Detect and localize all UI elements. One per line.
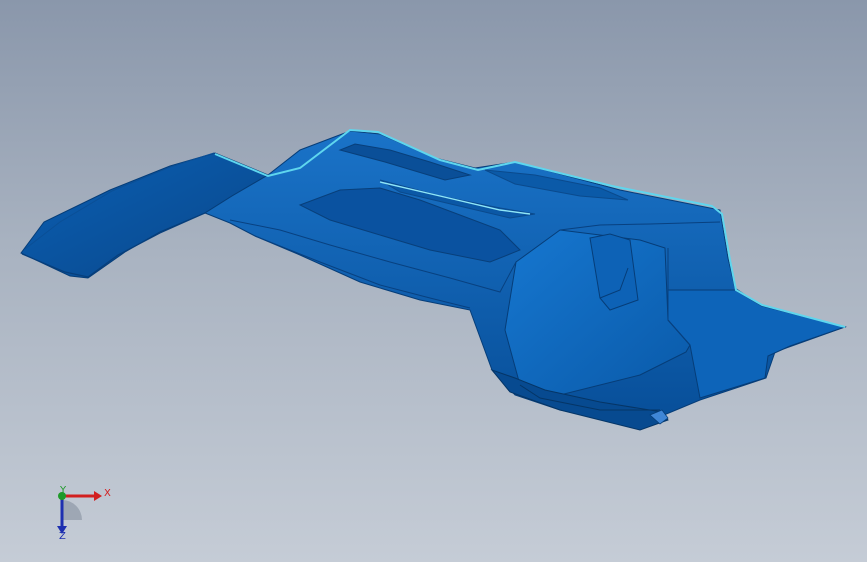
x-axis-label: X [104,488,111,499]
coordinate-triad: X Y Z [40,478,120,554]
graphics-viewport[interactable]: X Y Z [0,0,867,562]
y-axis-label: Y [60,485,67,496]
z-axis-label: Z [59,531,66,542]
3d-part-model[interactable] [0,0,867,562]
